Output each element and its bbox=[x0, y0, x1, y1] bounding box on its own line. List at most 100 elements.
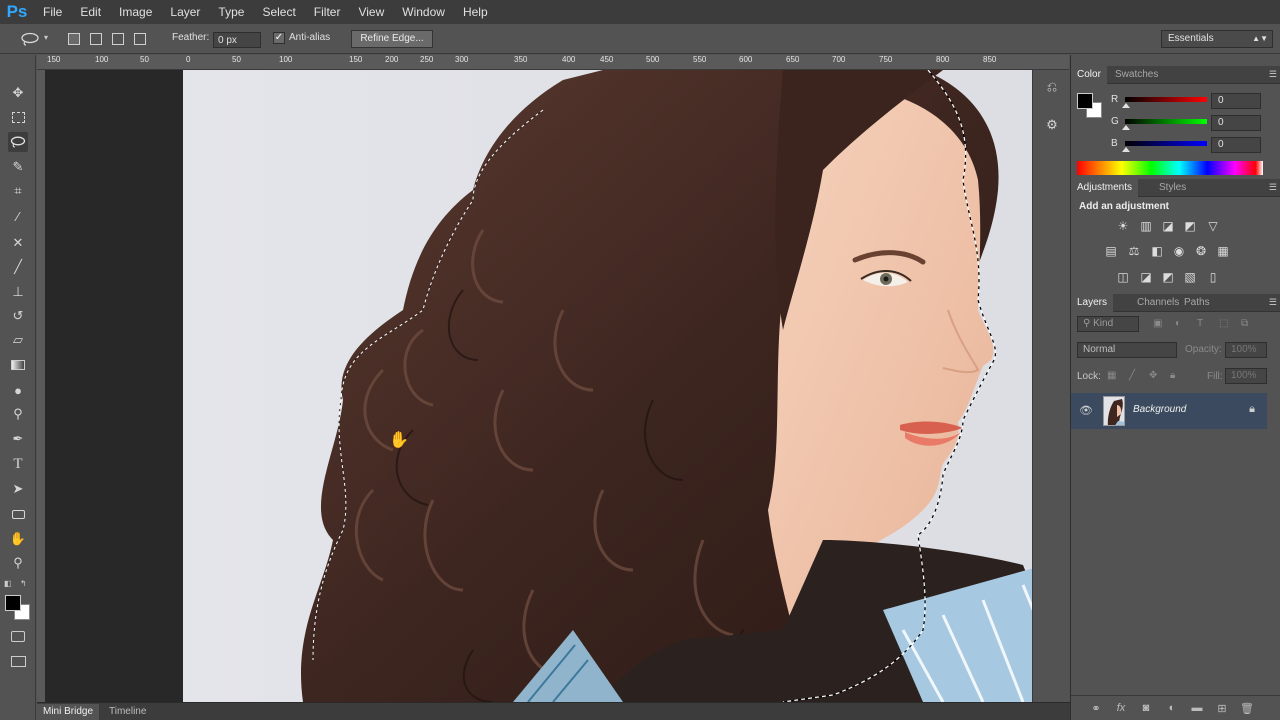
exposure-icon[interactable]: ◩ bbox=[1182, 218, 1198, 234]
lock-pixels-icon[interactable]: ╱ bbox=[1129, 370, 1135, 381]
vibrance-icon[interactable]: ▽ bbox=[1205, 218, 1221, 234]
blue-track[interactable] bbox=[1125, 141, 1207, 146]
eye-icon[interactable]: 👁︎ bbox=[1079, 404, 1093, 417]
tab-adjustments[interactable]: Adjustments bbox=[1071, 179, 1139, 197]
red-track[interactable] bbox=[1125, 97, 1207, 102]
tab-styles[interactable]: Styles bbox=[1153, 179, 1192, 197]
threshold-icon[interactable]: ◩ bbox=[1160, 269, 1176, 285]
green-track[interactable] bbox=[1125, 119, 1207, 124]
clone-stamp-tool-icon[interactable]: ⊥ bbox=[8, 282, 28, 302]
pen-tool-icon[interactable]: ✒ bbox=[8, 429, 28, 449]
move-tool-icon[interactable]: ✥ bbox=[8, 83, 28, 103]
quick-select-tool-icon[interactable]: ✎ bbox=[8, 157, 28, 177]
lock-transparent-icon[interactable]: ▦ bbox=[1107, 370, 1116, 381]
fill-input[interactable]: 100% bbox=[1225, 368, 1267, 384]
rectangle-tool-icon[interactable] bbox=[8, 504, 28, 524]
gradient-map-icon[interactable]: ▯ bbox=[1205, 269, 1221, 285]
posterize-icon[interactable]: ◪ bbox=[1138, 269, 1154, 285]
workspace-select[interactable]: Essentials ▲▼ bbox=[1161, 30, 1273, 48]
menu-filter[interactable]: Filter bbox=[305, 0, 350, 24]
lasso-tool-icon[interactable] bbox=[8, 132, 28, 152]
layer-name[interactable]: Background bbox=[1133, 404, 1186, 415]
blur-tool-icon[interactable]: ● bbox=[8, 380, 28, 400]
refine-edge-button[interactable]: Refine Edge... bbox=[351, 30, 433, 48]
panel-menu-icon[interactable]: ☰ bbox=[1269, 182, 1277, 193]
default-colors-icon[interactable]: ◧ bbox=[4, 579, 12, 588]
blue-slider[interactable]: B 0 bbox=[1111, 137, 1280, 153]
levels-icon[interactable]: ▥ bbox=[1138, 218, 1154, 234]
panel-menu-icon[interactable]: ☰ bbox=[1269, 69, 1277, 80]
blend-mode-select[interactable]: Normal bbox=[1077, 342, 1177, 358]
filter-smart-object-icon[interactable]: ⧉ bbox=[1241, 318, 1248, 329]
type-tool-icon[interactable]: T bbox=[8, 454, 28, 474]
tab-timeline[interactable]: Timeline bbox=[103, 704, 152, 720]
lasso-icon[interactable] bbox=[20, 32, 40, 46]
filter-pixel-icon[interactable]: ▣ bbox=[1153, 318, 1162, 329]
blue-thumb[interactable] bbox=[1122, 147, 1130, 152]
tool-preset-chevron-icon[interactable]: ▾ bbox=[44, 33, 48, 42]
quick-mask-icon[interactable] bbox=[8, 626, 28, 646]
filter-type-icon[interactable]: T bbox=[1197, 318, 1203, 329]
add-mask-icon[interactable]: ◙ bbox=[1139, 701, 1153, 715]
invert-icon[interactable]: ◫ bbox=[1115, 269, 1131, 285]
marquee-tool-icon[interactable] bbox=[8, 107, 28, 127]
dodge-tool-icon[interactable]: ⚲ bbox=[8, 404, 28, 424]
blue-value[interactable]: 0 bbox=[1211, 137, 1261, 153]
hue-saturation-icon[interactable]: ▤ bbox=[1103, 243, 1119, 259]
subtract-from-selection-button[interactable] bbox=[112, 33, 124, 45]
new-selection-button[interactable] bbox=[68, 33, 80, 45]
properties-panel-icon[interactable]: ⚙ bbox=[1041, 114, 1063, 136]
color-spectrum[interactable] bbox=[1077, 161, 1263, 175]
history-brush-tool-icon[interactable]: ↺ bbox=[8, 306, 28, 326]
healing-brush-tool-icon[interactable]: ✕ bbox=[8, 233, 28, 253]
feather-input[interactable] bbox=[213, 32, 261, 48]
brush-tool-icon[interactable]: ╱ bbox=[8, 257, 28, 277]
panel-menu-icon[interactable]: ☰ bbox=[1269, 297, 1277, 308]
menu-type[interactable]: Type bbox=[209, 0, 253, 24]
hand-tool-icon[interactable]: ✋ bbox=[8, 529, 28, 549]
add-to-selection-button[interactable] bbox=[90, 33, 102, 45]
tab-color[interactable]: Color bbox=[1071, 66, 1107, 84]
menu-help[interactable]: Help bbox=[454, 0, 497, 24]
new-adjustment-icon[interactable]: ◐ bbox=[1165, 701, 1179, 715]
filter-adjustment-icon[interactable]: ◐ bbox=[1175, 318, 1181, 329]
antialias-checkbox[interactable]: ✓ bbox=[273, 32, 285, 44]
tab-mini-bridge[interactable]: Mini Bridge bbox=[37, 704, 100, 720]
crop-tool-icon[interactable]: ⌗ bbox=[8, 181, 28, 201]
red-value[interactable]: 0 bbox=[1211, 93, 1261, 109]
delete-layer-icon[interactable]: 🗑︎ bbox=[1240, 701, 1254, 715]
vertical-ruler[interactable] bbox=[37, 70, 45, 702]
new-layer-icon[interactable]: ⊞ bbox=[1215, 701, 1229, 715]
path-select-tool-icon[interactable]: ➤ bbox=[8, 479, 28, 499]
layer-filter-kind-select[interactable]: ⚲ Kind bbox=[1077, 316, 1139, 332]
lock-position-icon[interactable]: ✥ bbox=[1149, 370, 1157, 381]
menu-select[interactable]: Select bbox=[253, 0, 304, 24]
layer-style-icon[interactable]: fx bbox=[1114, 701, 1128, 715]
channel-mixer-icon[interactable]: ❂ bbox=[1193, 243, 1209, 259]
menu-layer[interactable]: Layer bbox=[161, 0, 209, 24]
lock-icon[interactable]: 🔒︎ bbox=[1249, 403, 1255, 416]
green-value[interactable]: 0 bbox=[1211, 115, 1261, 131]
green-slider[interactable]: G 0 bbox=[1111, 115, 1280, 131]
opacity-input[interactable]: 100% bbox=[1225, 342, 1267, 358]
document-canvas[interactable]: ✋ bbox=[183, 70, 1069, 702]
intersect-selection-button[interactable] bbox=[134, 33, 146, 45]
history-panel-icon[interactable]: ⎌ bbox=[1041, 76, 1063, 98]
photo-filter-icon[interactable]: ◉ bbox=[1171, 243, 1187, 259]
horizontal-ruler[interactable]: 150 100 50 0 50 100 150 200 250 300 350 … bbox=[37, 55, 1069, 70]
filter-shape-icon[interactable]: ⬚ bbox=[1219, 318, 1228, 329]
red-thumb[interactable] bbox=[1122, 103, 1130, 108]
screen-mode-icon[interactable] bbox=[8, 651, 28, 671]
menu-image[interactable]: Image bbox=[110, 0, 161, 24]
red-slider[interactable]: R 0 bbox=[1111, 93, 1280, 109]
menu-window[interactable]: Window bbox=[393, 0, 454, 24]
tab-paths[interactable]: Paths bbox=[1178, 294, 1216, 312]
color-balance-icon[interactable]: ⚖ bbox=[1126, 243, 1142, 259]
tab-swatches[interactable]: Swatches bbox=[1109, 66, 1164, 84]
new-group-icon[interactable]: ▬ bbox=[1190, 701, 1204, 715]
link-layers-icon[interactable]: ⚭ bbox=[1089, 701, 1103, 715]
black-white-icon[interactable]: ◧ bbox=[1149, 243, 1165, 259]
layer-row-background[interactable]: 👁︎ Background 🔒︎ bbox=[1071, 393, 1267, 429]
color-foreground-swatch[interactable] bbox=[1077, 93, 1093, 109]
menu-file[interactable]: File bbox=[34, 0, 71, 24]
